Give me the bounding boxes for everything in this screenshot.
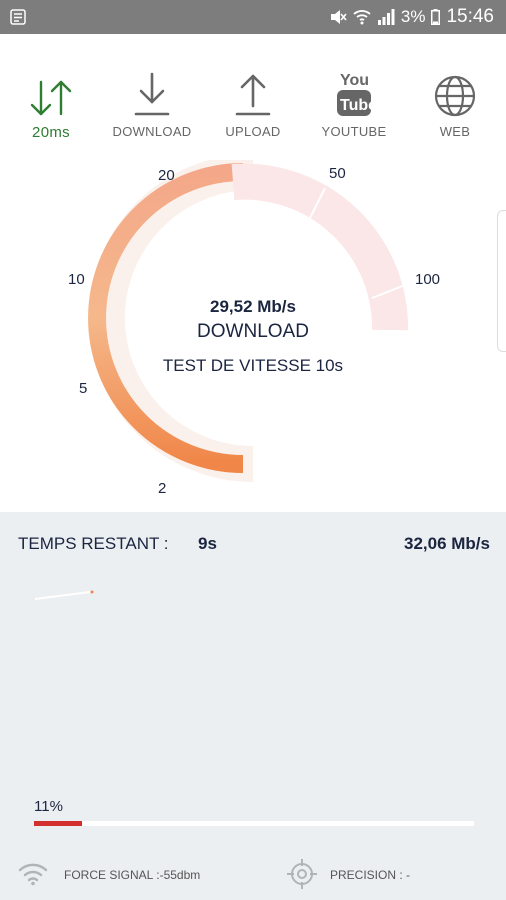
youtube-icon: You Tube <box>337 72 374 116</box>
download-label: DOWNLOAD <box>112 124 192 139</box>
tick-label-50: 50 <box>329 165 346 182</box>
app-notification-icon <box>10 9 26 25</box>
signal-strength: FORCE SIGNAL :-55dbm <box>64 868 201 882</box>
current-speed: 29,52 Mb/s <box>210 297 296 316</box>
battery-icon <box>431 9 441 25</box>
test-mode: DOWNLOAD <box>197 321 309 342</box>
tick-label-5: 5 <box>79 380 88 397</box>
svg-text:Tube: Tube <box>340 97 374 114</box>
ping-arrows-icon <box>30 80 72 116</box>
youtube-tab[interactable]: You Tube YOUTUBE <box>306 60 402 139</box>
svg-text:You: You <box>340 72 369 89</box>
status-bar: 3% 15:46 <box>0 0 506 34</box>
web-tab[interactable]: WEB <box>407 60 503 139</box>
side-drawer-handle[interactable] <box>497 210 506 352</box>
test-description: TEST DE VITESSE 10s <box>162 356 344 375</box>
progress-track <box>34 821 474 826</box>
tick-label-2: 2 <box>158 480 167 497</box>
remaining-time-value: 9s <box>198 534 217 553</box>
battery-percent: 3% <box>400 7 426 26</box>
test-type-toolbar: 20ms DOWNLOAD UPLOAD You Tube YOUTUBE WE… <box>0 60 506 150</box>
remaining-time-label: TEMPS RESTANT : <box>18 534 169 553</box>
upload-tab[interactable]: UPLOAD <box>205 60 301 139</box>
ping-tab[interactable]: 20ms <box>3 60 99 141</box>
wifi-status-icon <box>353 10 371 25</box>
mute-icon <box>330 10 347 24</box>
web-label: WEB <box>439 124 471 139</box>
current-rate-value: 32,06 Mb/s <box>404 534 490 553</box>
cell-signal-icon <box>377 9 395 25</box>
clock: 15:46 <box>446 6 494 27</box>
youtube-label: YOUTUBE <box>321 124 387 139</box>
upload-label: UPLOAD <box>225 124 281 139</box>
footer-bar: FORCE SIGNAL :-55dbm PRECISION : - <box>0 852 506 900</box>
ping-label: 20ms <box>32 124 70 141</box>
upload-icon <box>235 74 271 116</box>
speed-graph <box>34 590 94 600</box>
tick-label-100: 100 <box>415 271 441 288</box>
tick-label-10: 10 <box>68 271 85 288</box>
progress-fill <box>34 821 83 826</box>
results-panel: TEMPS RESTANT : 9s 32,06 Mb/s 11% FORCE … <box>0 512 506 900</box>
globe-icon <box>434 75 476 117</box>
gps-target-icon <box>287 859 317 889</box>
tick-label-20: 20 <box>158 167 175 184</box>
progress-percent: 11% <box>34 798 63 815</box>
precision-value: PRECISION : - <box>330 868 411 882</box>
download-tab[interactable]: DOWNLOAD <box>104 60 200 139</box>
wifi-signal-icon <box>18 863 48 886</box>
download-icon <box>134 72 170 116</box>
